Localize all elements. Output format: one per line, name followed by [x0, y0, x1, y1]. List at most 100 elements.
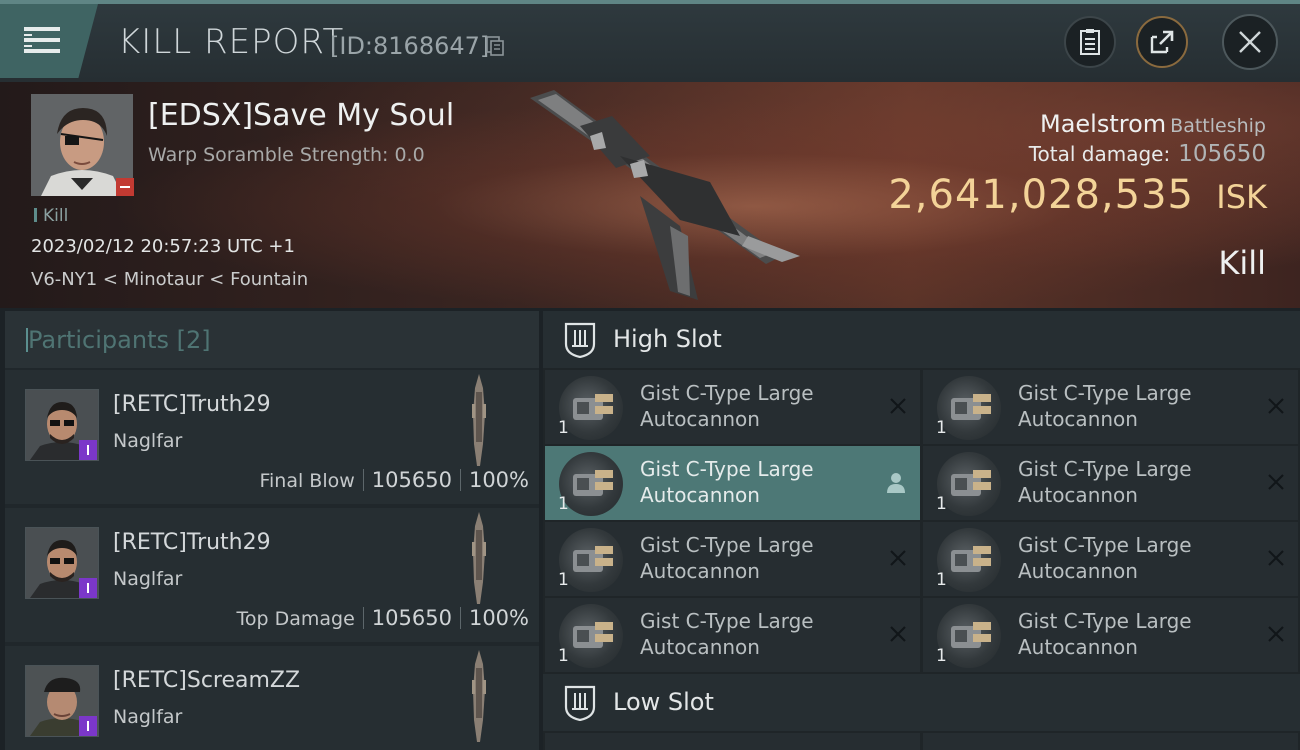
- remove-icon[interactable]: [1266, 472, 1286, 492]
- status-badge: [116, 178, 134, 196]
- module-name-line1: Gist C-Type Large: [640, 457, 814, 481]
- module-name: Gist C-Type Large Autocannon: [1018, 456, 1248, 508]
- ship-icon: [472, 650, 486, 742]
- result-label: Kill: [1218, 244, 1266, 282]
- high-slot-icon: [564, 322, 596, 358]
- remove-icon[interactable]: [1266, 396, 1286, 416]
- kill-datetime: 2023/02/12 20:57:23 UTC +1: [31, 236, 295, 257]
- kill-location[interactable]: V6-NY1 < Minotaur < Fountain: [31, 269, 308, 290]
- participant-stats: Top Damage 105650 100%: [237, 606, 530, 630]
- divider: [459, 607, 461, 629]
- report-button[interactable]: [1064, 16, 1116, 68]
- participant-ship: Naglfar: [113, 706, 183, 728]
- module-item[interactable]: [923, 733, 1298, 750]
- module-name-line2: Autocannon: [1018, 635, 1138, 659]
- module-name-line2: Autocannon: [640, 559, 760, 583]
- total-damage-label: Total damage:: [1028, 142, 1171, 166]
- remove-icon[interactable]: [1266, 548, 1286, 568]
- module-name-line2: Autocannon: [640, 407, 760, 431]
- module-item[interactable]: 1 Gist C-Type Large Autocannon: [545, 598, 920, 672]
- module-quantity: 1: [936, 646, 947, 666]
- page-title: KILL REPORT: [118, 22, 345, 62]
- damage-percent: 100%: [468, 606, 529, 630]
- module-name: Gist C-Type Large Autocannon: [640, 456, 870, 508]
- low-slot-header[interactable]: Low Slot: [543, 674, 1300, 731]
- participant-stats: Final Blow 105650 100%: [259, 468, 529, 492]
- module-name-line1: Gist C-Type Large: [640, 609, 814, 633]
- module-item[interactable]: [545, 733, 920, 750]
- ship-icon: [472, 512, 486, 604]
- divider: [362, 607, 364, 629]
- isk-unit: ISK: [1216, 178, 1267, 216]
- module-item-selected[interactable]: 1 Gist C-Type Large Autocannon: [545, 446, 920, 520]
- share-icon: [1150, 30, 1174, 54]
- close-icon: [1239, 31, 1261, 53]
- total-damage: Total damage: 105650: [1029, 141, 1266, 167]
- remove-icon[interactable]: [888, 396, 908, 416]
- damage-percent: 100%: [468, 468, 529, 492]
- remove-icon[interactable]: [888, 548, 908, 568]
- participant-ship: Naglfar: [113, 568, 183, 590]
- module-name: Gist C-Type Large Autocannon: [640, 608, 870, 660]
- participants-title[interactable]: Participants [2]: [26, 326, 211, 354]
- divider: [459, 469, 461, 491]
- participant-card[interactable]: [RETC]Truth29 Naglfar Top Damage 105650 10…: [5, 508, 539, 642]
- module-name-line2: Autocannon: [1018, 559, 1138, 583]
- module-quantity: 1: [558, 418, 569, 438]
- module-name-line1: Gist C-Type Large: [1018, 609, 1192, 633]
- module-item[interactable]: 1 Gist C-Type Large Autocannon: [923, 370, 1298, 444]
- ship-icon: [472, 374, 486, 466]
- participant-card[interactable]: [RETC]ScreamZZ Naglfar: [5, 646, 539, 750]
- divider: [362, 469, 364, 491]
- ship-name[interactable]: Maelstrom Battleship: [1040, 110, 1266, 138]
- menu-icon[interactable]: [22, 24, 62, 56]
- stat-label: Top Damage: [236, 608, 355, 630]
- module-name: Gist C-Type Large Autocannon: [1018, 532, 1248, 584]
- low-slot-icon: [564, 685, 596, 721]
- participant-name[interactable]: [RETC]Truth29: [113, 530, 271, 555]
- share-button[interactable]: [1136, 16, 1188, 68]
- module-name-line2: Autocannon: [1018, 483, 1138, 507]
- module-item[interactable]: 1 Gist C-Type Large Autocannon: [923, 598, 1298, 672]
- module-name-line2: Autocannon: [1018, 407, 1138, 431]
- clipboard-icon: [1080, 29, 1100, 55]
- copy-icon[interactable]: [486, 36, 504, 56]
- module-name-line2: Autocannon: [640, 635, 760, 659]
- remove-icon[interactable]: [888, 624, 908, 644]
- total-damage-value: 105650: [1178, 141, 1266, 167]
- module-item[interactable]: 1 Gist C-Type Large Autocannon: [923, 522, 1298, 596]
- stat-label: Final Blow: [259, 470, 355, 492]
- module-name-line1: Gist C-Type Large: [1018, 457, 1192, 481]
- close-button[interactable]: [1222, 14, 1278, 70]
- module-item[interactable]: 1 Gist C-Type Large Autocannon: [545, 370, 920, 444]
- participant-card[interactable]: [RETC]Truth29 Naglfar Final Blow 105650 10…: [5, 370, 539, 504]
- module-item[interactable]: 1 Gist C-Type Large Autocannon: [545, 522, 920, 596]
- high-slot-header[interactable]: High Slot: [543, 311, 1300, 368]
- module-name: Gist C-Type Large Autocannon: [640, 532, 870, 584]
- participant-ship: Naglfar: [113, 430, 183, 452]
- warp-scramble-strength: Warp Soramble Strength: 0.0: [148, 144, 425, 166]
- module-quantity: 1: [936, 418, 947, 438]
- low-slot-title: Low Slot: [613, 688, 714, 716]
- kill-tag: Kill: [34, 206, 68, 226]
- corp-badge: [79, 440, 97, 460]
- remove-icon[interactable]: [1266, 624, 1286, 644]
- victim-name[interactable]: [EDSX]Save My Soul: [148, 98, 454, 133]
- module-item[interactable]: 1 Gist C-Type Large Autocannon: [923, 446, 1298, 520]
- ship-image[interactable]: [520, 86, 800, 301]
- participant-name[interactable]: [RETC]Truth29: [113, 392, 271, 417]
- module-quantity: 1: [936, 570, 947, 590]
- person-icon[interactable]: [886, 472, 906, 494]
- module-name-line1: Gist C-Type Large: [1018, 533, 1192, 557]
- module-name: Gist C-Type Large Autocannon: [1018, 380, 1248, 432]
- high-slot-title: High Slot: [613, 325, 722, 353]
- module-name: Gist C-Type Large Autocannon: [1018, 608, 1248, 660]
- kill-id: [ID:8168647]: [330, 32, 490, 60]
- ship-class: Battleship: [1170, 115, 1266, 137]
- isk-value: 2,641,028,535: [888, 172, 1194, 218]
- participant-name[interactable]: [RETC]ScreamZZ: [113, 668, 300, 693]
- damage-value: 105650: [371, 468, 452, 492]
- module-quantity: 1: [936, 494, 947, 514]
- module-name-line1: Gist C-Type Large: [640, 533, 814, 557]
- top-accent-line: [0, 0, 1300, 4]
